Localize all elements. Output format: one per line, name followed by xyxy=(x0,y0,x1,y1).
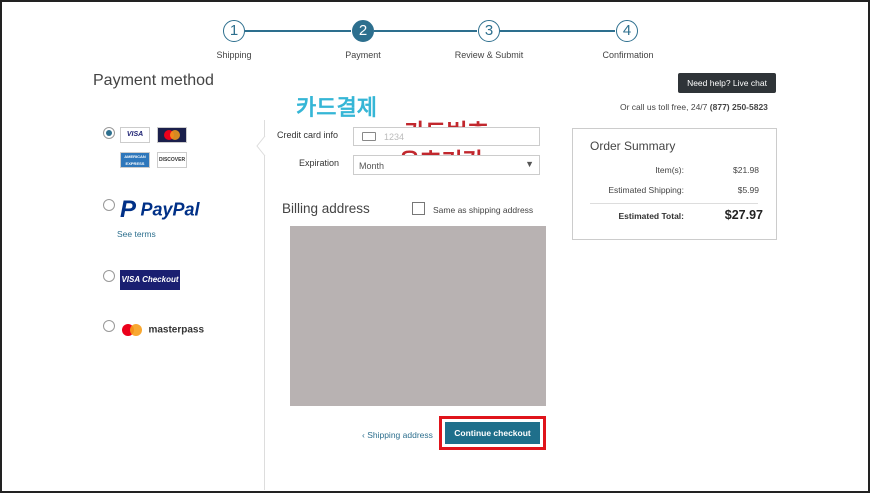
step-3-label: Review & Submit xyxy=(454,50,524,60)
items-label: Item(s): xyxy=(655,165,684,175)
step-4-label: Confirmation xyxy=(602,50,654,60)
call-text: Or call us toll free, 24/7 xyxy=(620,102,708,112)
continue-highlight-box: Continue checkout xyxy=(439,416,546,450)
stepper-line xyxy=(500,30,615,32)
expiration-month-select[interactable]: Month ▼ xyxy=(353,155,540,175)
annotation-card-payment: 카드결제 xyxy=(296,96,377,121)
items-value: $21.98 xyxy=(733,165,759,175)
order-summary-panel: Order Summary Item(s): $21.98 Estimated … xyxy=(572,128,777,240)
order-summary-title: Order Summary xyxy=(590,139,676,153)
shipping-label: Estimated Shipping: xyxy=(608,185,684,195)
step-2-label: Payment xyxy=(345,50,381,60)
radio-paypal[interactable] xyxy=(103,199,115,211)
masterpass-icon xyxy=(122,323,142,336)
amex-card-icon: AMERICAN EXPRESS xyxy=(120,152,150,168)
total-label: Estimated Total: xyxy=(618,211,685,221)
step-2-circle: 2 xyxy=(352,20,374,42)
radio-visa-checkout[interactable] xyxy=(103,270,115,282)
page-title: Payment method xyxy=(93,72,214,89)
masterpass-logo: masterpass xyxy=(120,321,204,339)
radio-credit-card[interactable] xyxy=(103,127,115,139)
card-number-placeholder: 1234 xyxy=(384,132,405,142)
pointer-arrow-icon xyxy=(256,136,266,156)
step-1-label: Shipping xyxy=(216,50,252,60)
same-as-shipping-checkbox[interactable] xyxy=(412,202,425,215)
stepper-line xyxy=(245,30,351,32)
shipping-value: $5.99 xyxy=(737,185,759,195)
radio-masterpass[interactable] xyxy=(103,320,115,332)
stepper-line xyxy=(374,30,477,32)
mastercard-card-icon xyxy=(157,127,187,143)
continue-checkout-button[interactable]: Continue checkout xyxy=(445,422,540,444)
billing-address-title: Billing address xyxy=(282,201,370,216)
visa-checkout-logo: VISA Checkout xyxy=(120,270,180,290)
month-value: Month xyxy=(359,161,385,171)
step-1-circle[interactable]: 1 xyxy=(223,20,245,42)
live-chat-button[interactable]: Need help? Live chat xyxy=(678,73,776,93)
toll-free-text: Or call us toll free, 24/7 (877) 250-582… xyxy=(620,102,768,112)
step-3-circle: 3 xyxy=(478,20,500,42)
masterpass-label: masterpass xyxy=(148,324,205,336)
phone-number: (877) 250-5823 xyxy=(709,102,768,112)
summary-divider xyxy=(590,203,758,204)
column-divider xyxy=(264,120,265,490)
paypal-logo: P PayPal xyxy=(120,196,200,224)
same-as-shipping-label: Same as shipping address xyxy=(433,205,534,215)
redacted-billing-form xyxy=(290,226,546,406)
visa-card-icon: VISA xyxy=(120,127,150,143)
step-4-circle: 4 xyxy=(616,20,638,42)
paypal-see-terms-link[interactable]: See terms xyxy=(117,229,156,239)
paypal-label: PayPal xyxy=(140,199,200,220)
total-value: $27.97 xyxy=(724,208,763,222)
chevron-down-icon: ▼ xyxy=(525,159,534,169)
expiration-label: Expiration xyxy=(299,158,340,168)
paypal-p-icon: P xyxy=(120,196,137,223)
credit-card-label: Credit card info xyxy=(277,130,339,140)
discover-card-icon: DISCOVER xyxy=(157,152,187,168)
back-shipping-address-link[interactable]: ‹ Shipping address xyxy=(362,430,433,440)
card-icon xyxy=(362,132,376,141)
card-number-input[interactable]: 1234 xyxy=(353,127,540,146)
